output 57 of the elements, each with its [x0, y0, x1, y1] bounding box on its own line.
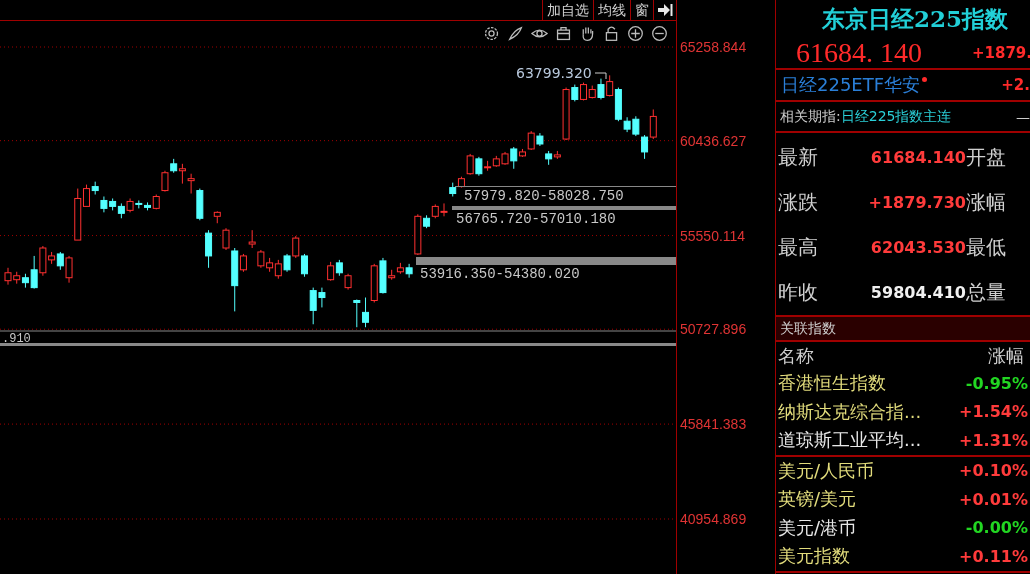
section-header: 关联指数	[776, 317, 1030, 342]
pen-icon[interactable]	[507, 25, 524, 42]
stat-label: 总量	[966, 279, 1007, 306]
index-change: +0.10%	[959, 461, 1028, 481]
index-name[interactable]: 香港恒生指数	[778, 371, 886, 396]
price-level-label: 57979.820-58028.750	[464, 188, 624, 204]
stat-label: 昨收	[778, 279, 819, 306]
index-name[interactable]: 道琼斯工业平均...	[778, 428, 922, 453]
stat-label: 涨跌	[778, 189, 819, 216]
zoom-in-icon[interactable]	[627, 25, 644, 42]
stat-label: 最新	[778, 144, 819, 171]
price-level-label: .910	[2, 332, 31, 346]
price-level-label: 53916.350-54380.020	[420, 266, 580, 282]
index-name[interactable]: 美元指数	[778, 544, 850, 569]
arrow-to-bar-icon[interactable]	[657, 3, 673, 17]
price-level-label: 56765.720-57010.180	[456, 211, 616, 227]
price-axis-label: 65258.844	[680, 39, 747, 55]
stat-value: 62043.530	[869, 238, 966, 257]
etf-change: +2.	[1001, 76, 1030, 94]
candlestick	[205, 229, 213, 269]
etf-link[interactable]: 日经225ETF华安	[781, 73, 921, 97]
futures-link[interactable]: 日经225指数主连	[840, 107, 952, 126]
price-axis-label: 45841.383	[680, 416, 747, 433]
futures-value: —	[1016, 108, 1030, 125]
stat-value: 61684.140	[869, 148, 966, 167]
price-axis-label: 40954.869	[680, 511, 747, 527]
candlestick	[213, 210, 221, 224]
index-change: -0.95%	[965, 373, 1028, 393]
lock-icon[interactable]	[603, 25, 620, 42]
price-change: +1879.	[972, 44, 1030, 62]
price-axis-label: 55550.114	[680, 227, 746, 244]
index-change: +1.31%	[959, 430, 1028, 450]
index-name[interactable]: 纳斯达克综合指...	[778, 399, 922, 424]
index-change: +0.01%	[959, 489, 1028, 509]
index-change: -0.00%	[965, 518, 1028, 538]
index-title: 东京日经225指数	[822, 3, 1008, 34]
briefcase-icon[interactable]	[555, 25, 572, 42]
stat-label: 开盘	[966, 144, 1007, 171]
index-change: +0.11%	[959, 546, 1028, 566]
stat-value: +1879.730	[867, 193, 966, 212]
index-name[interactable]: 英镑/美元	[778, 487, 857, 512]
price-axis-label: 60436.627	[680, 132, 747, 149]
stat-label: 涨幅	[966, 189, 1007, 216]
last-price: 61684. 140	[796, 37, 922, 69]
high-price-label: 63799.320	[516, 65, 592, 81]
price-axis-label: 50727.896	[680, 321, 747, 338]
index-name[interactable]: 美元/人民币	[778, 458, 875, 483]
zoom-out-icon[interactable]	[651, 25, 668, 42]
settings-icon[interactable]	[483, 25, 500, 42]
index-change: +1.54%	[959, 402, 1028, 422]
column-header: 名称	[778, 343, 814, 368]
column-header: 涨幅	[988, 343, 1024, 368]
index-name[interactable]: 美元/港币	[778, 515, 857, 540]
stat-label: 最高	[778, 234, 819, 261]
stat-label: 最低	[966, 234, 1007, 261]
stat-value: 59804.410	[869, 283, 966, 302]
futures-label: 相关期指:	[780, 107, 841, 126]
